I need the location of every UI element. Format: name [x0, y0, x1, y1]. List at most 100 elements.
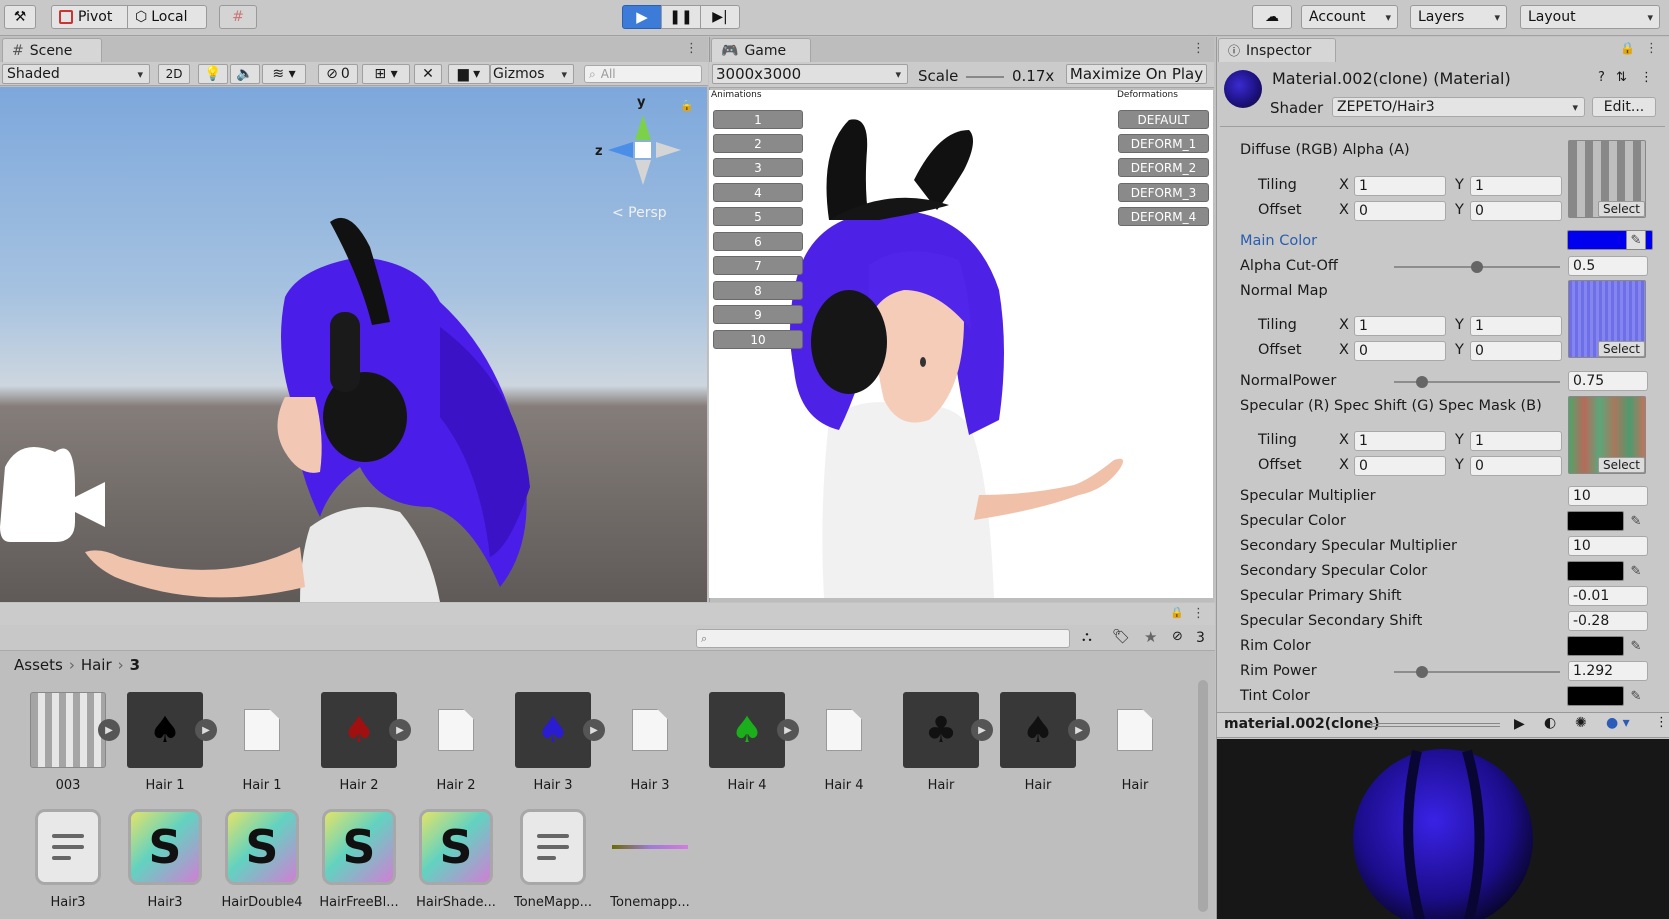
- asset-item[interactable]: S HairDouble4: [217, 809, 307, 910]
- spec-secondary-shift-input[interactable]: -0.28: [1568, 611, 1648, 631]
- asset-item[interactable]: ♠ Hair: [993, 692, 1083, 793]
- sec-spec-color-swatch[interactable]: [1567, 561, 1624, 581]
- spec-offset-x[interactable]: 0: [1354, 456, 1446, 476]
- normal-offset-x[interactable]: 0: [1354, 341, 1446, 361]
- animation-button-5[interactable]: 5: [713, 207, 803, 226]
- tint-color-eyedropper-icon[interactable]: ✎: [1626, 686, 1646, 706]
- expand-arrow-icon[interactable]: ▶: [98, 719, 120, 741]
- project-search-input[interactable]: ⌕: [696, 629, 1070, 648]
- favorites-star-icon[interactable]: ★: [1144, 628, 1157, 646]
- scale-slider[interactable]: [966, 76, 1004, 78]
- preview-play-icon[interactable]: ▶: [1514, 716, 1525, 732]
- animation-button-3[interactable]: 3: [713, 158, 803, 177]
- asset-item[interactable]: ToneMapp...: [508, 809, 598, 910]
- asset-item[interactable]: S HairFreeBl...: [314, 809, 404, 910]
- alpha-cutoff-slider[interactable]: [1394, 261, 1560, 273]
- grid-snap-button[interactable]: #: [219, 5, 257, 29]
- project-hidden-icon[interactable]: ⊘: [1172, 629, 1183, 644]
- filter-by-label-icon[interactable]: 🏷: [1112, 629, 1130, 645]
- deform-button-4[interactable]: DEFORM_4: [1118, 207, 1209, 226]
- specular-texture-slot[interactable]: Select: [1568, 396, 1646, 474]
- audio-toggle[interactable]: 🔈: [230, 64, 260, 84]
- local-button[interactable]: ⬡ Local: [127, 5, 207, 29]
- step-button[interactable]: ▶|: [700, 5, 740, 29]
- deform-button-3[interactable]: DEFORM_3: [1118, 183, 1209, 202]
- spec-color-swatch[interactable]: [1567, 511, 1624, 531]
- scene-search-input[interactable]: ⌕ All: [584, 65, 702, 83]
- animation-button-8[interactable]: 8: [713, 281, 803, 300]
- preview-drag-handle[interactable]: [1370, 723, 1500, 727]
- scene-visibility-toggle[interactable]: ⊘ 0: [318, 64, 358, 84]
- asset-item[interactable]: ♣ Hair: [896, 692, 986, 793]
- shader-dropdown[interactable]: ZEPETO/Hair3: [1332, 97, 1585, 117]
- diffuse-offset-y[interactable]: 0: [1470, 201, 1562, 221]
- preview-mesh-icon[interactable]: ◐: [1544, 715, 1556, 731]
- asset-item[interactable]: Hair3: [23, 809, 113, 910]
- asset-item[interactable]: Hair 3: [605, 692, 695, 793]
- inspector-menu-icon[interactable]: ⋮: [1645, 41, 1658, 56]
- expand-arrow-icon[interactable]: ▶: [195, 719, 217, 741]
- asset-item[interactable]: S HairShade...: [411, 809, 501, 910]
- animation-button-6[interactable]: 6: [713, 232, 803, 251]
- asset-item[interactable]: Hair 1: [217, 692, 307, 793]
- lighting-toggle[interactable]: 💡: [198, 64, 228, 84]
- game-menu-icon[interactable]: ⋮: [1192, 41, 1205, 56]
- filter-by-type-icon[interactable]: ⛬: [1082, 629, 1092, 645]
- spec-mult-input[interactable]: 10: [1568, 486, 1648, 506]
- asset-item[interactable]: S Hair3: [120, 809, 210, 910]
- normal-offset-y[interactable]: 0: [1470, 341, 1562, 361]
- normal-map-select-button[interactable]: Select: [1597, 341, 1645, 357]
- material-preview[interactable]: [1217, 739, 1669, 919]
- spec-tiling-x[interactable]: 1: [1354, 431, 1446, 451]
- sec-spec-color-eyedropper-icon[interactable]: ✎: [1626, 561, 1646, 581]
- project-menu-icon[interactable]: ⋮: [1192, 606, 1205, 621]
- preview-light-icon[interactable]: ✺: [1575, 715, 1587, 731]
- 2d-toggle[interactable]: 2D: [158, 64, 190, 84]
- rim-color-eyedropper-icon[interactable]: ✎: [1626, 636, 1646, 656]
- layout-dropdown[interactable]: Layout: [1520, 5, 1660, 29]
- asset-item[interactable]: ♠ Hair 1: [120, 692, 210, 793]
- spec-color-eyedropper-icon[interactable]: ✎: [1626, 511, 1646, 531]
- rim-power-knob[interactable]: [1416, 666, 1428, 678]
- expand-arrow-icon[interactable]: ▶: [777, 719, 799, 741]
- transform-tools-button[interactable]: ⚒: [4, 5, 36, 29]
- tools-toggle[interactable]: ✕: [414, 64, 442, 84]
- animation-button-9[interactable]: 9: [713, 305, 803, 324]
- spec-primary-shift-input[interactable]: -0.01: [1568, 586, 1648, 606]
- preview-sphere-icon[interactable]: ● ▾: [1606, 715, 1630, 731]
- asset-item[interactable]: ♠ Hair 2: [314, 692, 404, 793]
- rim-color-swatch[interactable]: [1567, 636, 1624, 656]
- camera-toggle[interactable]: ▆ ▾: [448, 64, 490, 84]
- alpha-cutoff-input[interactable]: 0.5: [1568, 256, 1648, 276]
- expand-arrow-icon[interactable]: ▶: [1068, 719, 1090, 741]
- normal-power-input[interactable]: 0.75: [1568, 371, 1648, 391]
- resolution-dropdown[interactable]: 3000x3000: [712, 64, 908, 84]
- normal-map-texture-slot[interactable]: Select: [1568, 280, 1646, 358]
- tab-game[interactable]: 🎮 Game: [711, 38, 811, 62]
- normal-tiling-y[interactable]: 1: [1470, 316, 1562, 336]
- animation-button-10[interactable]: 10: [713, 330, 803, 349]
- gizmos-dropdown[interactable]: Gizmos: [490, 64, 574, 84]
- normal-tiling-x[interactable]: 1: [1354, 316, 1446, 336]
- diffuse-texture-slot[interactable]: Select: [1568, 140, 1646, 218]
- animation-button-1[interactable]: 1: [713, 110, 803, 129]
- diffuse-tiling-x[interactable]: 1: [1354, 176, 1446, 196]
- breadcrumb-hair[interactable]: Hair: [81, 656, 112, 674]
- scene-menu-icon[interactable]: ⋮: [685, 41, 698, 56]
- scene-viewport[interactable]: y z 🔒 < Persp: [0, 87, 707, 602]
- expand-arrow-icon[interactable]: ▶: [389, 719, 411, 741]
- deform-button-2[interactable]: DEFORM_2: [1118, 158, 1209, 177]
- asset-item[interactable]: Tonemapp...: [605, 809, 695, 910]
- diffuse-tiling-y[interactable]: 1: [1470, 176, 1562, 196]
- maximize-on-play-toggle[interactable]: Maximize On Play: [1066, 64, 1207, 84]
- deform-button-default[interactable]: DEFAULT: [1118, 110, 1209, 129]
- tab-inspector[interactable]: ⓘ Inspector: [1218, 38, 1336, 62]
- project-scrollbar[interactable]: [1198, 680, 1208, 912]
- inspector-lock-icon[interactable]: 🔒: [1620, 41, 1635, 55]
- animation-button-7[interactable]: 7: [713, 256, 803, 275]
- breadcrumb-assets[interactable]: Assets: [14, 656, 63, 674]
- diffuse-offset-x[interactable]: 0: [1354, 201, 1446, 221]
- normal-power-knob[interactable]: [1416, 376, 1428, 388]
- project-lock-icon[interactable]: 🔒: [1170, 606, 1184, 619]
- cloud-button[interactable]: ☁: [1252, 5, 1292, 29]
